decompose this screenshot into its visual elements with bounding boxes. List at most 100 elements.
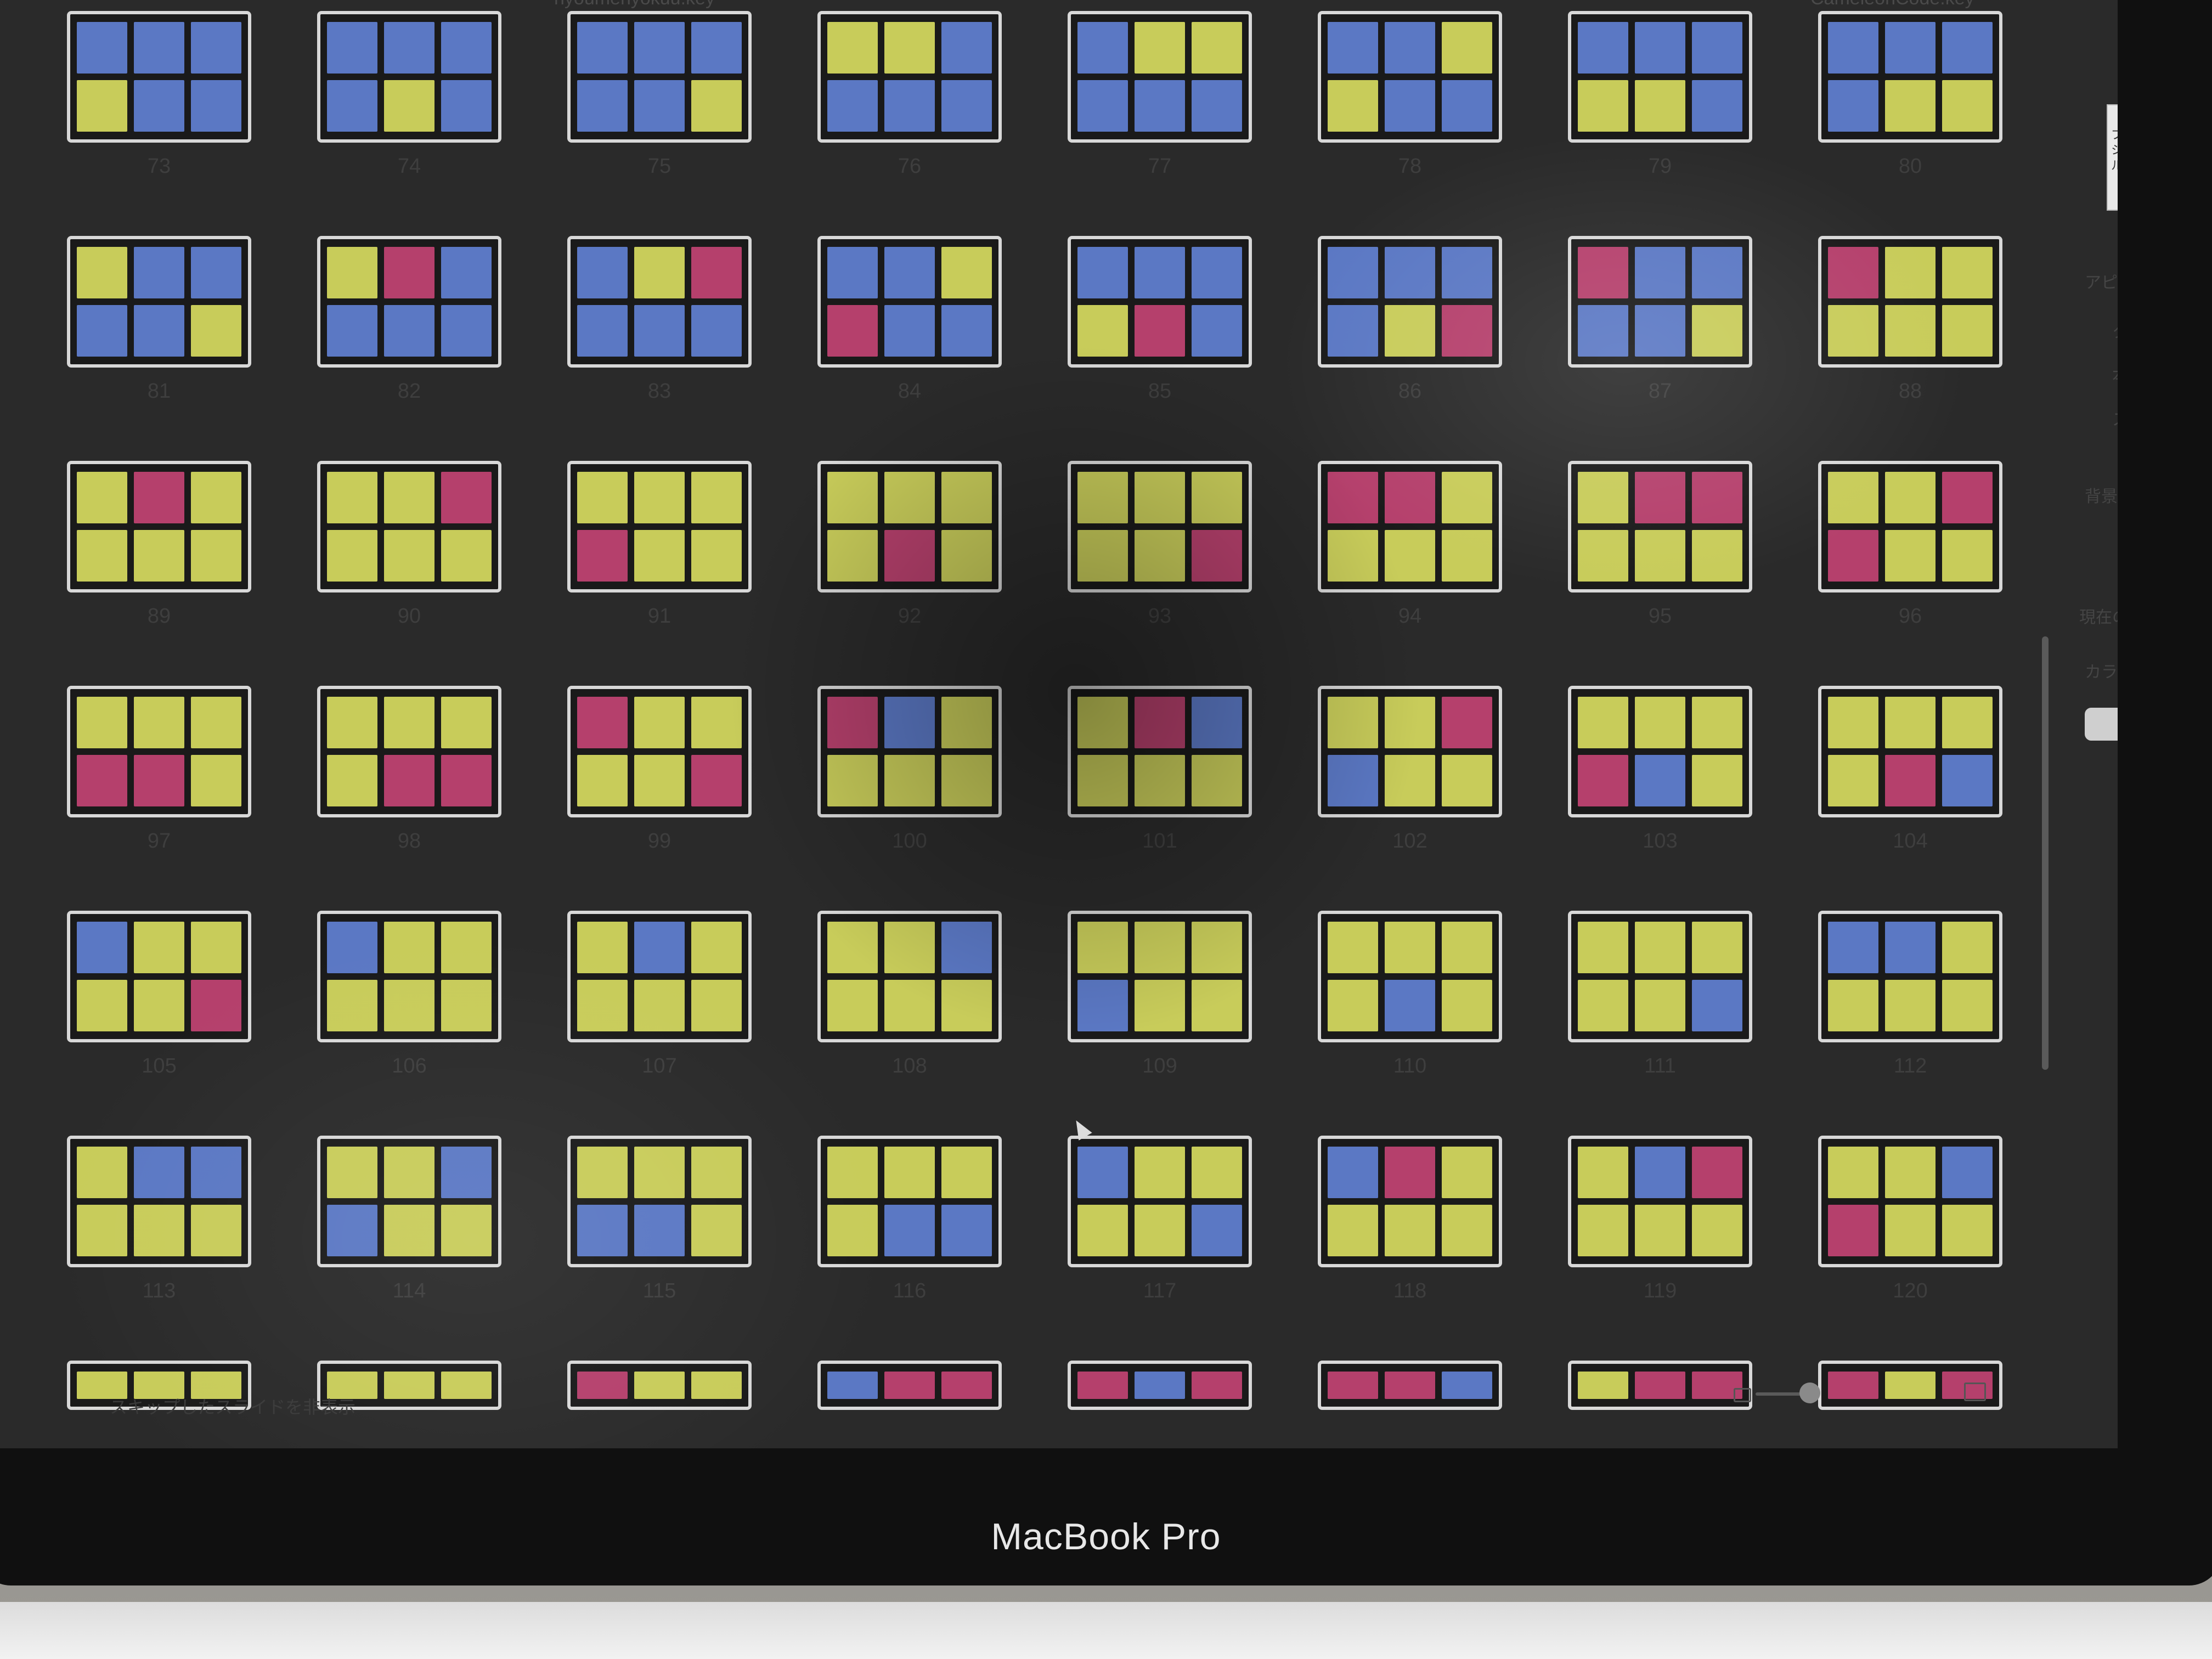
slide-thumbnail-image[interactable]: [1318, 11, 1502, 143]
slide-thumbnail[interactable]: 101: [1061, 686, 1259, 853]
slide-thumbnail[interactable]: 119: [1561, 1136, 1759, 1303]
slide-thumbnail-image[interactable]: [1068, 686, 1252, 817]
slide-thumbnail[interactable]: 106: [311, 911, 508, 1078]
slide-thumbnail-image[interactable]: [67, 461, 251, 592]
slide-thumbnail-image[interactable]: [1318, 461, 1502, 592]
slide-thumbnail[interactable]: 88: [1812, 236, 2009, 403]
slide-thumbnail-image[interactable]: [817, 911, 1002, 1042]
slide-thumbnail-image[interactable]: [817, 1136, 1002, 1267]
slide-thumbnail[interactable]: 118: [1311, 1136, 1509, 1303]
slide-thumbnail[interactable]: 85: [1061, 236, 1259, 403]
slide-thumbnail[interactable]: 95: [1561, 461, 1759, 628]
inspector-scrollbar[interactable]: [2042, 636, 2049, 1070]
slide-thumbnail-image[interactable]: [817, 686, 1002, 817]
fill-type-select[interactable]: カラー塗りつぶし: [2085, 658, 2118, 682]
slide-thumbnail[interactable]: 91: [561, 461, 758, 628]
slide-thumbnail[interactable]: 113: [60, 1136, 258, 1303]
slide-thumbnail-image[interactable]: [1068, 11, 1252, 143]
slide-thumbnail[interactable]: 102: [1311, 686, 1509, 853]
slide-thumbnail-image[interactable]: [67, 911, 251, 1042]
slide-thumbnail-image[interactable]: [1818, 911, 2002, 1042]
slide-thumbnail-image[interactable]: [817, 11, 1002, 143]
slide-thumbnail[interactable]: 73: [60, 11, 258, 178]
slide-thumbnail-image[interactable]: [67, 11, 251, 143]
slide-thumbnail[interactable]: 74: [311, 11, 508, 178]
slide-thumbnail-image[interactable]: [567, 236, 752, 368]
slide-thumbnail-image[interactable]: [67, 236, 251, 368]
slide-thumbnail[interactable]: 111: [1561, 911, 1759, 1078]
slide-thumbnail-image[interactable]: [1568, 1136, 1752, 1267]
slide-thumbnail-image[interactable]: [1818, 11, 2002, 143]
slide-thumbnail[interactable]: 110: [1311, 911, 1509, 1078]
slide-thumbnail[interactable]: 76: [811, 11, 1008, 178]
slide-thumbnail[interactable]: 108: [811, 911, 1008, 1078]
slide-thumbnail-image[interactable]: [1818, 1136, 2002, 1267]
slide-thumbnail-image[interactable]: [567, 1136, 752, 1267]
slide-thumbnail[interactable]: 90: [311, 461, 508, 628]
slide-thumbnail[interactable]: 92: [811, 461, 1008, 628]
slide-thumbnail-image[interactable]: [317, 1136, 501, 1267]
slide-thumbnail[interactable]: 114: [311, 1136, 508, 1303]
checkbox-title[interactable]: タイトル: [2112, 318, 2118, 342]
slide-thumbnail[interactable]: 99: [561, 686, 758, 853]
slide-thumbnail-image[interactable]: [1818, 236, 2002, 368]
slide-thumbnail-image[interactable]: [1318, 686, 1502, 817]
slide-thumbnail[interactable]: 116: [811, 1136, 1008, 1303]
hide-skipped-slides-toggle[interactable]: スキップしたスライドを非表示: [110, 1393, 356, 1419]
slide-thumbnail[interactable]: 82: [311, 236, 508, 403]
slide-thumbnail-image[interactable]: [1068, 236, 1252, 368]
slide-thumbnail[interactable]: 100: [811, 686, 1008, 853]
slide-thumbnail[interactable]: 107: [561, 911, 758, 1078]
slide-thumbnail[interactable]: 97: [60, 686, 258, 853]
slide-thumbnail-image[interactable]: [1818, 461, 2002, 592]
zoom-in-icon[interactable]: [1964, 1383, 1986, 1401]
slide-thumbnail-image[interactable]: [1318, 911, 1502, 1042]
zoom-out-icon[interactable]: [1734, 1388, 1751, 1402]
slide-thumbnail-image[interactable]: [817, 461, 1002, 592]
slide-thumbnail-image[interactable]: [317, 11, 501, 143]
checkbox-body[interactable]: 本文: [2112, 362, 2118, 386]
slide-thumbnail-image[interactable]: [1568, 461, 1752, 592]
slide-thumbnail-image[interactable]: [567, 686, 752, 817]
slide-thumbnail-image[interactable]: [567, 11, 752, 143]
slide-thumbnail-image[interactable]: [1068, 1136, 1252, 1267]
slide-thumbnail[interactable]: 105: [60, 911, 258, 1078]
slide-thumbnail-image[interactable]: [317, 911, 501, 1042]
slide-thumbnail[interactable]: 75: [561, 11, 758, 178]
slide-thumbnail-image[interactable]: [67, 686, 251, 817]
slide-thumbnail-image[interactable]: [1568, 911, 1752, 1042]
slide-thumbnail-image[interactable]: [67, 1136, 251, 1267]
slide-thumbnail[interactable]: 109: [1061, 911, 1259, 1078]
checkbox-slide-number[interactable]: スライド番号: [2112, 406, 2118, 430]
slide-thumbnail[interactable]: 94: [1311, 461, 1509, 628]
slide-thumbnail-image[interactable]: [317, 686, 501, 817]
slide-thumbnail-image[interactable]: [317, 461, 501, 592]
slide-thumbnail[interactable]: 93: [1061, 461, 1259, 628]
slide-thumbnail-image[interactable]: [1568, 236, 1752, 368]
slide-thumbnail[interactable]: 115: [561, 1136, 758, 1303]
color-well[interactable]: [2085, 708, 2118, 741]
slide-thumbnail[interactable]: 112: [1812, 911, 2009, 1078]
slide-thumbnail-image[interactable]: [567, 911, 752, 1042]
slide-thumbnail[interactable]: 77: [1061, 11, 1259, 178]
slide-thumbnail-image[interactable]: [1568, 686, 1752, 817]
slide-thumbnail[interactable]: 98: [311, 686, 508, 853]
slide-thumbnail[interactable]: 83: [561, 236, 758, 403]
slide-thumbnail-image[interactable]: [817, 236, 1002, 368]
slide-thumbnail[interactable]: 117: [1061, 1136, 1259, 1303]
slide-thumbnail[interactable]: 104: [1812, 686, 2009, 853]
slide-thumbnail[interactable]: 103: [1561, 686, 1759, 853]
slide-thumbnail[interactable]: 96: [1812, 461, 2009, 628]
slide-thumbnail-image[interactable]: [1318, 1136, 1502, 1267]
slide-thumbnail[interactable]: 84: [811, 236, 1008, 403]
slide-thumbnail-image[interactable]: [1068, 461, 1252, 592]
slider-knob[interactable]: [1799, 1383, 1820, 1403]
slide-thumbnail-image[interactable]: [1068, 911, 1252, 1042]
slide-thumbnail[interactable]: 81: [60, 236, 258, 403]
slide-thumbnail[interactable]: 89: [60, 461, 258, 628]
slide-thumbnail[interactable]: 87: [1561, 236, 1759, 403]
slide-layout-preview[interactable]: プレゼンテーションタイトル: [2107, 104, 2118, 211]
slide-thumbnail[interactable]: 79: [1561, 11, 1759, 178]
slide-thumbnail-image[interactable]: [317, 236, 501, 368]
slide-thumbnail[interactable]: 80: [1812, 11, 2009, 178]
